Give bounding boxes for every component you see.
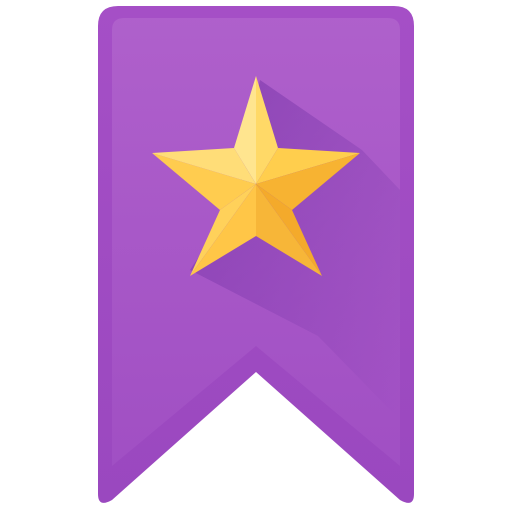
bookmark-star-canvas [0,0,512,512]
bookmark-star-icon [98,6,414,503]
